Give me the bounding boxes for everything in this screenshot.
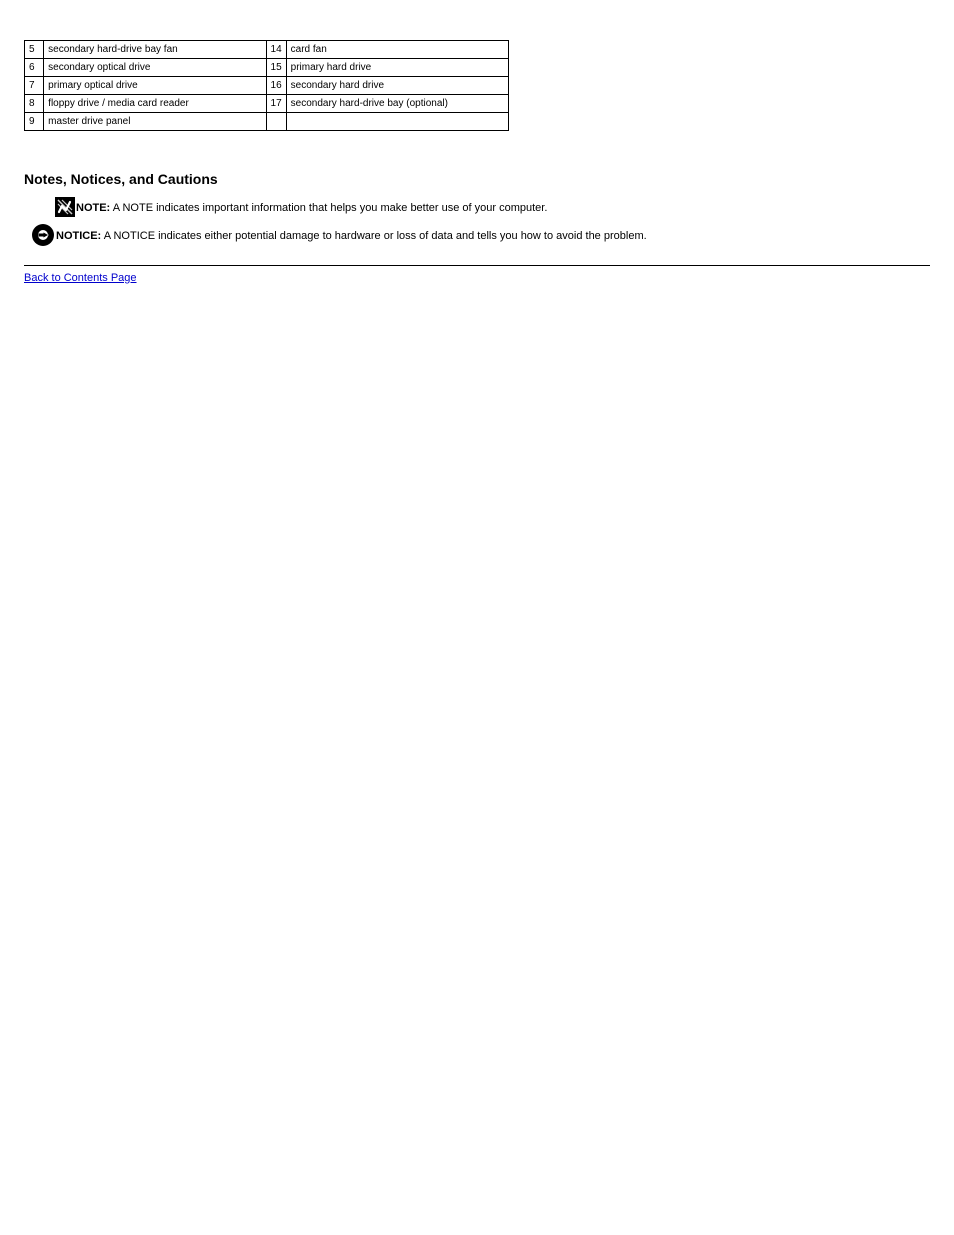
cell-right-num <box>266 113 286 131</box>
table-row: 9 master drive panel <box>25 113 509 131</box>
note-text: NOTE: A NOTE indicates important informa… <box>76 197 547 215</box>
note-block: NOTE: A NOTE indicates important informa… <box>54 197 930 217</box>
cell-right-desc: secondary hard drive <box>286 77 508 95</box>
table-row: 5 secondary hard-drive bay fan 14 card f… <box>25 41 509 59</box>
cell-left-desc: secondary hard-drive bay fan <box>44 41 266 59</box>
notice-lead: NOTICE: <box>56 230 101 242</box>
cell-left-desc: master drive panel <box>44 113 266 131</box>
components-table: 5 secondary hard-drive bay fan 14 card f… <box>24 40 509 131</box>
table-row: 6 secondary optical drive 15 primary har… <box>25 59 509 77</box>
notes-heading: Notes, Notices, and Cautions <box>24 171 930 187</box>
note-icon <box>54 197 76 217</box>
cell-left-num: 7 <box>25 77 44 95</box>
cell-right-desc <box>286 113 508 131</box>
cell-right-desc: secondary hard-drive bay (optional) <box>286 95 508 113</box>
cell-left-desc: secondary optical drive <box>44 59 266 77</box>
notice-text: NOTICE: A NOTICE indicates either potent… <box>56 223 647 243</box>
notice-icon <box>30 223 56 247</box>
cell-right-num: 16 <box>266 77 286 95</box>
cell-right-desc: primary hard drive <box>286 59 508 77</box>
cell-left-num: 6 <box>25 59 44 77</box>
cell-left-num: 8 <box>25 95 44 113</box>
separator <box>24 265 930 266</box>
notice-block: NOTICE: A NOTICE indicates either potent… <box>30 223 930 247</box>
note-lead: NOTE: <box>76 202 110 214</box>
table-row: 8 floppy drive / media card reader 17 se… <box>25 95 509 113</box>
table-row: 7 primary optical drive 16 secondary har… <box>25 77 509 95</box>
cell-right-desc: card fan <box>286 41 508 59</box>
notice-body: A NOTICE indicates either potential dama… <box>104 230 647 242</box>
cell-left-desc: floppy drive / media card reader <box>44 95 266 113</box>
note-body: A NOTE indicates important information t… <box>113 202 548 214</box>
cell-right-num: 15 <box>266 59 286 77</box>
cell-left-num: 5 <box>25 41 44 59</box>
cell-right-num: 14 <box>266 41 286 59</box>
cell-left-num: 9 <box>25 113 44 131</box>
cell-right-num: 17 <box>266 95 286 113</box>
cell-left-desc: primary optical drive <box>44 77 266 95</box>
back-to-contents-link[interactable]: Back to Contents Page <box>24 272 137 284</box>
